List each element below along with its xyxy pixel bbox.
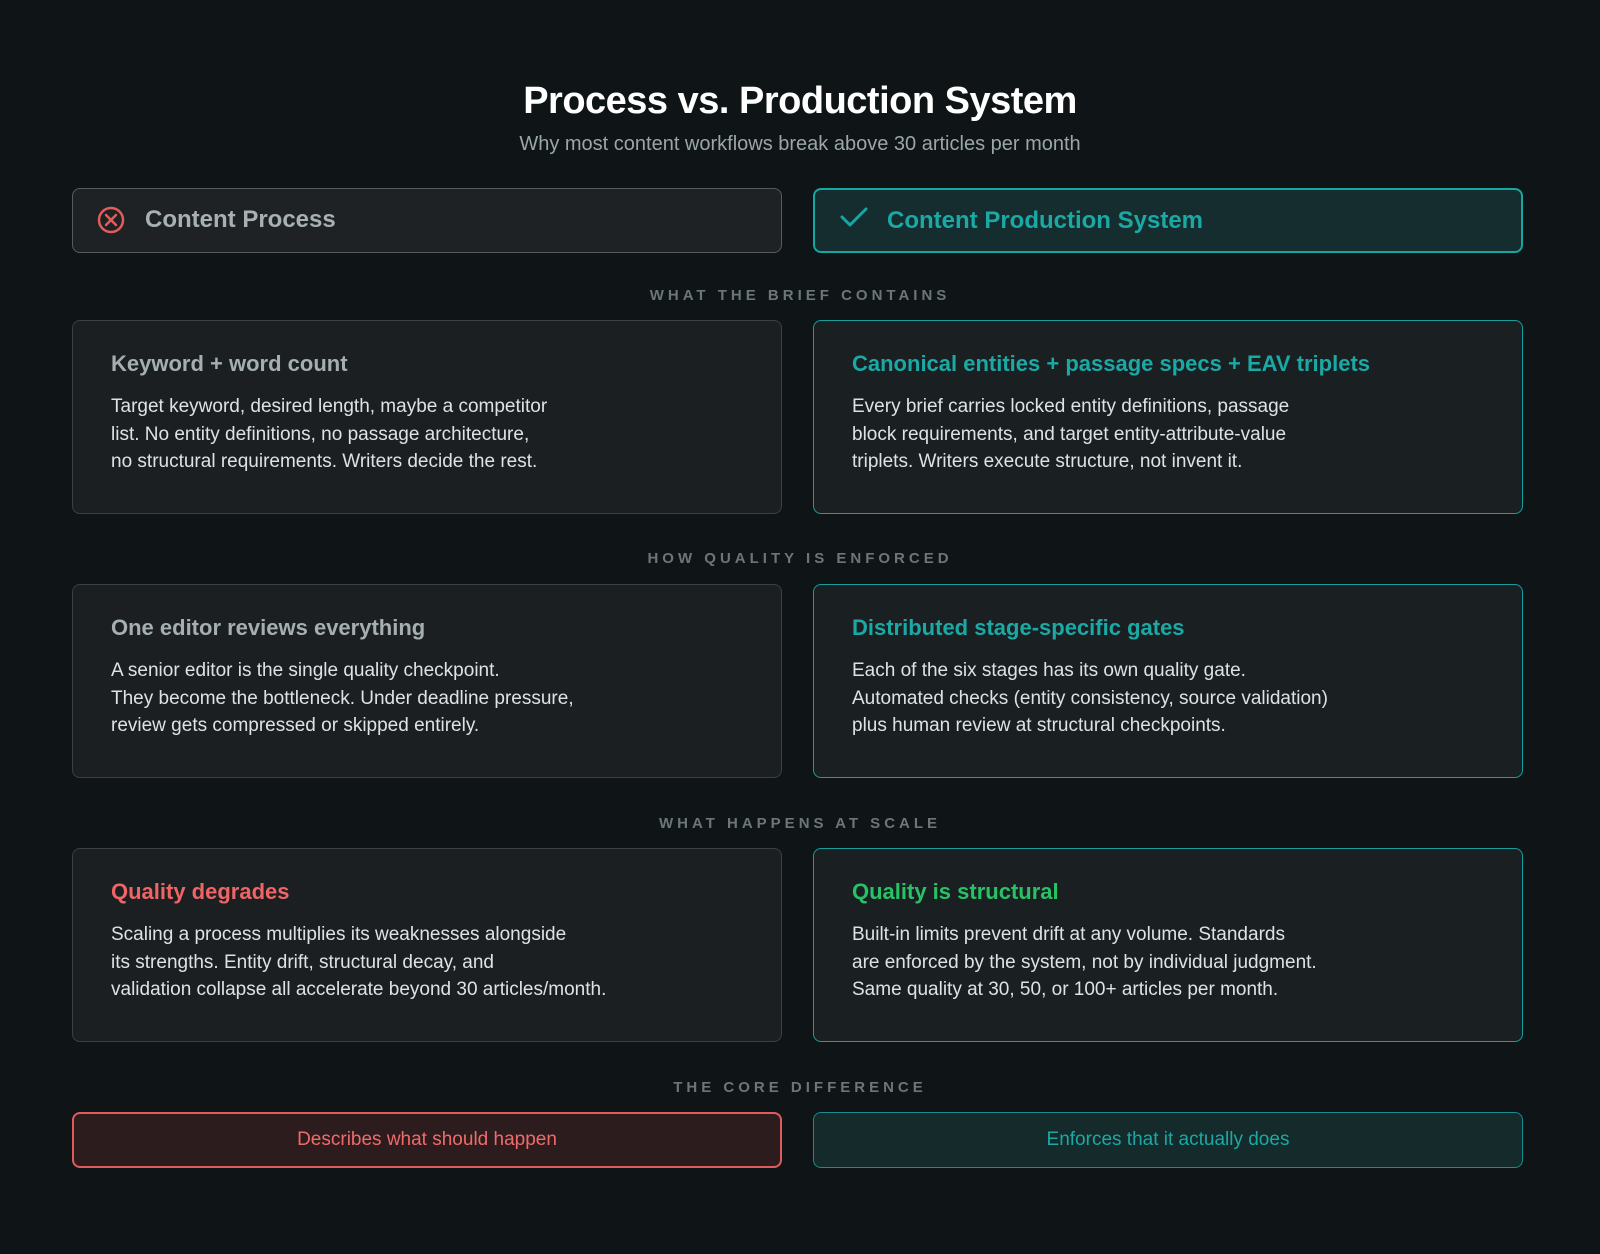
card-line: are enforced by the system, not by indiv… [852, 951, 1317, 973]
card-body: Scaling a process multiplies its weaknes… [111, 921, 743, 1004]
card-body: Each of the six stages has its own quali… [852, 657, 1484, 740]
card-body: Built-in limits prevent drift at any vol… [852, 921, 1484, 1004]
card-title: Quality is structural [852, 879, 1059, 904]
card-line: A senior editor is the single quality ch… [111, 660, 500, 681]
card-line: no structural requirements. Writers deci… [111, 451, 538, 472]
x-circle-icon [97, 206, 125, 234]
card-line: review gets compressed or skipped entire… [111, 715, 480, 736]
comparison-diagram: Process vs. Production System Why most c… [0, 0, 1600, 1254]
card-line: list. No entity definitions, no passage … [111, 423, 530, 445]
card-line: its strengths. Entity drift, structural … [111, 951, 494, 973]
card-line: triplets. Writers execute structure, not… [852, 451, 1243, 472]
page-title: Process vs. Production System [523, 80, 1077, 122]
card-system-scale: Quality is structural Built-in limits pr… [813, 848, 1523, 1042]
card-line: Target keyword, desired length, maybe a … [111, 396, 548, 417]
card-body: A senior editor is the single quality ch… [111, 657, 743, 740]
card-system-quality: Distributed stage-specific gates Each of… [813, 584, 1523, 778]
card-process-scale: Quality degrades Scaling a process multi… [72, 848, 782, 1042]
card-line: block requirements, and target entity-at… [852, 423, 1287, 445]
column-header-process: Content Process [72, 188, 782, 253]
check-icon [840, 207, 868, 227]
card-line: Each of the six stages has its own quali… [852, 660, 1246, 681]
card-line: Automated checks (entity consistency, so… [852, 687, 1328, 709]
card-process-brief: Keyword + word count Target keyword, des… [72, 320, 782, 514]
section-label-brief: WHAT THE BRIEF CONTAINS [649, 287, 951, 304]
card-title: Canonical entities + passage specs + EAV… [852, 351, 1371, 376]
card-title: One editor reviews everything [111, 615, 426, 640]
card-title: Distributed stage-specific gates [852, 615, 1185, 640]
column-header-process-label: Content Process [145, 206, 336, 233]
section-label-quality: HOW QUALITY IS ENFORCED [647, 550, 953, 567]
card-body: Target keyword, desired length, maybe a … [111, 393, 743, 476]
column-header-system-label: Content Production System [887, 207, 1204, 234]
page-subtitle: Why most content workflows break above 3… [519, 133, 1081, 155]
core-difference-system: Enforces that it actually does [813, 1112, 1523, 1168]
card-line: Built-in limits prevent drift at any vol… [852, 924, 1285, 945]
card-line: Scaling a process multiplies its weaknes… [111, 924, 567, 945]
core-difference-process: Describes what should happen [72, 1112, 782, 1168]
card-title: Quality degrades [111, 879, 290, 904]
card-line: Every brief carries locked entity defini… [852, 396, 1290, 417]
card-line: They become the bottleneck. Under deadli… [111, 687, 574, 709]
card-system-brief: Canonical entities + passage specs + EAV… [813, 320, 1523, 514]
card-title: Keyword + word count [111, 351, 348, 376]
card-line: plus human review at structural checkpoi… [852, 715, 1226, 736]
section-label-scale: WHAT HAPPENS AT SCALE [658, 815, 942, 832]
card-line: validation collapse all accelerate beyon… [111, 979, 607, 1000]
column-header-system: Content Production System [813, 188, 1523, 253]
card-line: Same quality at 30, 50, or 100+ articles… [852, 979, 1279, 1000]
card-process-quality: One editor reviews everything A senior e… [72, 584, 782, 778]
section-label-core: THE CORE DIFFERENCE [673, 1079, 927, 1096]
card-body: Every brief carries locked entity defini… [852, 393, 1484, 476]
